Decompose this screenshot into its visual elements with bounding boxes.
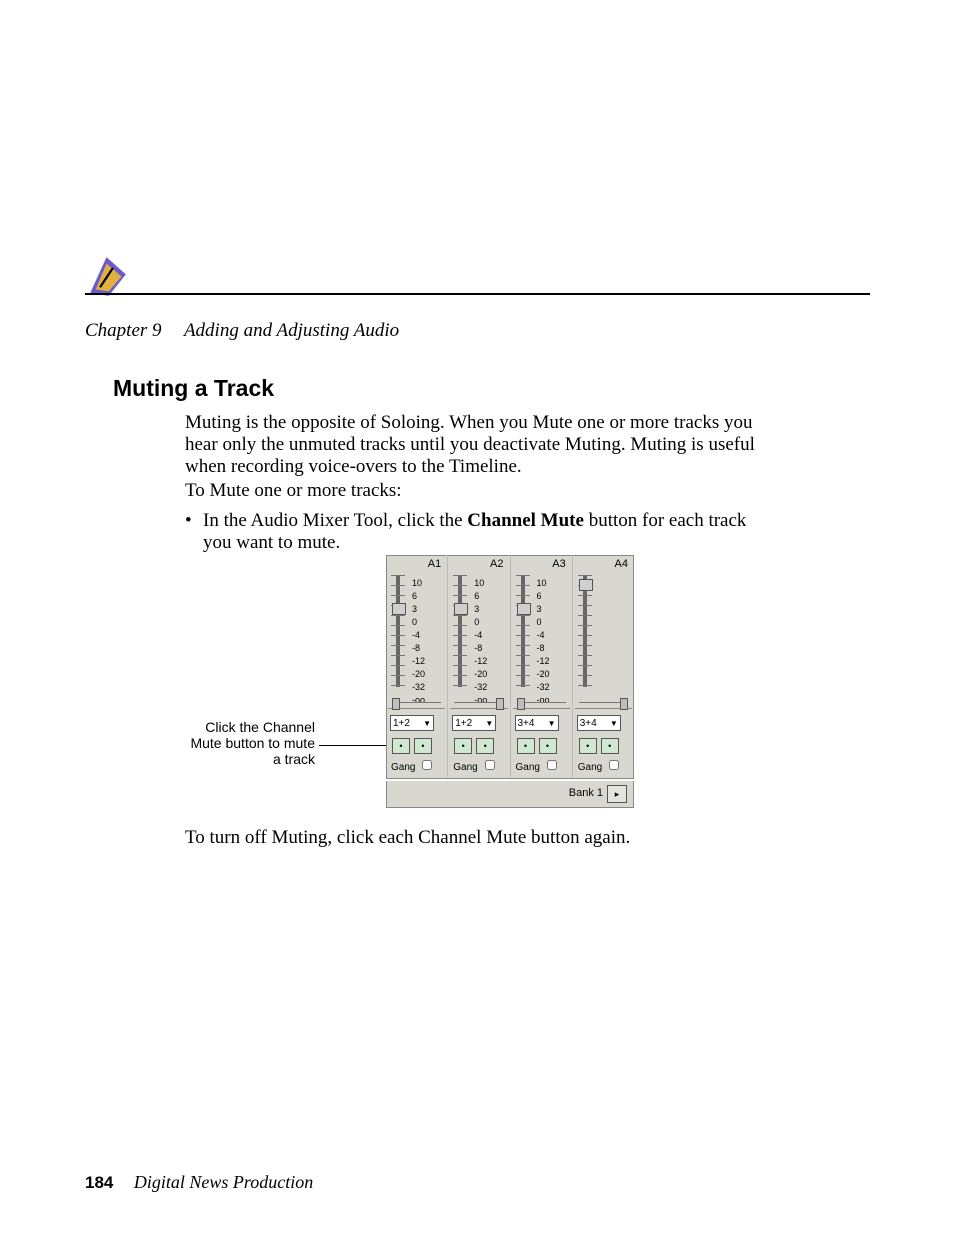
pan-slider[interactable] — [388, 696, 445, 709]
bullet-item: • In the Audio Mixer Tool, click the Cha… — [185, 510, 760, 554]
fader-ticks — [519, 575, 528, 687]
chapter-title: Adding and Adjusting Audio — [184, 320, 399, 341]
channel-mute-button[interactable]: • — [414, 738, 432, 754]
pan-slider[interactable] — [513, 696, 570, 709]
mixer-channel: A4 3+4▼ •• Gang — [573, 555, 634, 777]
chapter-logo-icon — [85, 255, 128, 298]
bank-label: Bank 1 — [569, 787, 603, 799]
chapter-line: Chapter 9 Adding and Adjusting Audio — [85, 320, 399, 342]
paragraph-intro: Muting is the opposite of Soloing. When … — [185, 412, 760, 478]
section-heading: Muting a Track — [113, 375, 274, 402]
channel-label: A1 — [428, 558, 441, 570]
fader-knob[interactable] — [392, 603, 406, 615]
scale-labels: 10630-4-8-12-20-32-oo — [474, 577, 487, 707]
page-number: 184 — [85, 1173, 113, 1192]
routing-select[interactable]: 3+4▼ — [577, 715, 621, 731]
figure-callout: Click the Channel Mute button to mute a … — [185, 719, 315, 767]
header-rule — [85, 293, 870, 295]
bullet-text-pre: In the Audio Mixer Tool, click the — [203, 510, 467, 531]
channel-mute-button[interactable]: • — [392, 738, 410, 754]
fader-ticks — [581, 575, 590, 687]
audio-mixer-figure: A110630-4-8-12-20-32-oo1+2▼••Gang A21063… — [386, 555, 634, 810]
gang-checkbox[interactable]: Gang — [391, 757, 435, 773]
mixer-channel: A110630-4-8-12-20-32-oo 1+2▼ •• Gang — [386, 555, 448, 777]
gang-checkbox[interactable]: Gang — [578, 757, 622, 773]
routing-select[interactable]: 3+4▼ — [515, 715, 559, 731]
routing-select[interactable]: 1+2▼ — [390, 715, 434, 731]
fader-ticks — [456, 575, 465, 687]
channel-label: A2 — [490, 558, 503, 570]
channel-mute-button[interactable]: • — [539, 738, 557, 754]
mute-button-pair: •• — [579, 738, 619, 754]
fader-knob[interactable] — [454, 603, 468, 615]
paragraph-closing: To turn off Muting, click each Channel M… — [185, 827, 760, 849]
gang-checkbox[interactable]: Gang — [516, 757, 560, 773]
fader-ticks — [394, 575, 403, 687]
bank-next-button[interactable]: ▸ — [607, 785, 627, 803]
fader-knob[interactable] — [517, 603, 531, 615]
scale-labels: 10630-4-8-12-20-32-oo — [537, 577, 550, 707]
channel-mute-button[interactable]: • — [454, 738, 472, 754]
paragraph-lead: To Mute one or more tracks: — [185, 480, 760, 502]
channel-mute-button[interactable]: • — [517, 738, 535, 754]
chapter-number: Chapter 9 — [85, 320, 162, 341]
channel-label: A3 — [552, 558, 565, 570]
mixer-channel: A310630-4-8-12-20-32-oo 3+4▼ •• Gang — [511, 555, 573, 777]
channel-mute-button[interactable]: • — [601, 738, 619, 754]
mute-button-pair: •• — [392, 738, 432, 754]
channel-label: A4 — [615, 558, 628, 570]
fader-knob[interactable] — [579, 579, 593, 591]
routing-select[interactable]: 1+2▼ — [452, 715, 496, 731]
mixer-channel: A210630-4-8-12-20-32-oo 1+2▼ •• Gang — [448, 555, 510, 777]
scale-labels: 10630-4-8-12-20-32-oo — [412, 577, 425, 707]
page-footer: 184 Digital News Production — [85, 1172, 313, 1193]
mute-button-pair: •• — [517, 738, 557, 754]
gang-checkbox[interactable]: Gang — [453, 757, 497, 773]
channel-mute-button[interactable]: • — [579, 738, 597, 754]
bullet-glyph: • — [185, 510, 192, 532]
footer-title: Digital News Production — [134, 1172, 313, 1192]
channel-mute-button[interactable]: • — [476, 738, 494, 754]
pan-slider[interactable] — [450, 696, 507, 709]
mute-button-pair: •• — [454, 738, 494, 754]
bank-row: Bank 1 ▸ — [386, 781, 634, 808]
bullet-text-bold: Channel Mute — [467, 510, 584, 531]
pan-slider[interactable] — [575, 696, 632, 709]
